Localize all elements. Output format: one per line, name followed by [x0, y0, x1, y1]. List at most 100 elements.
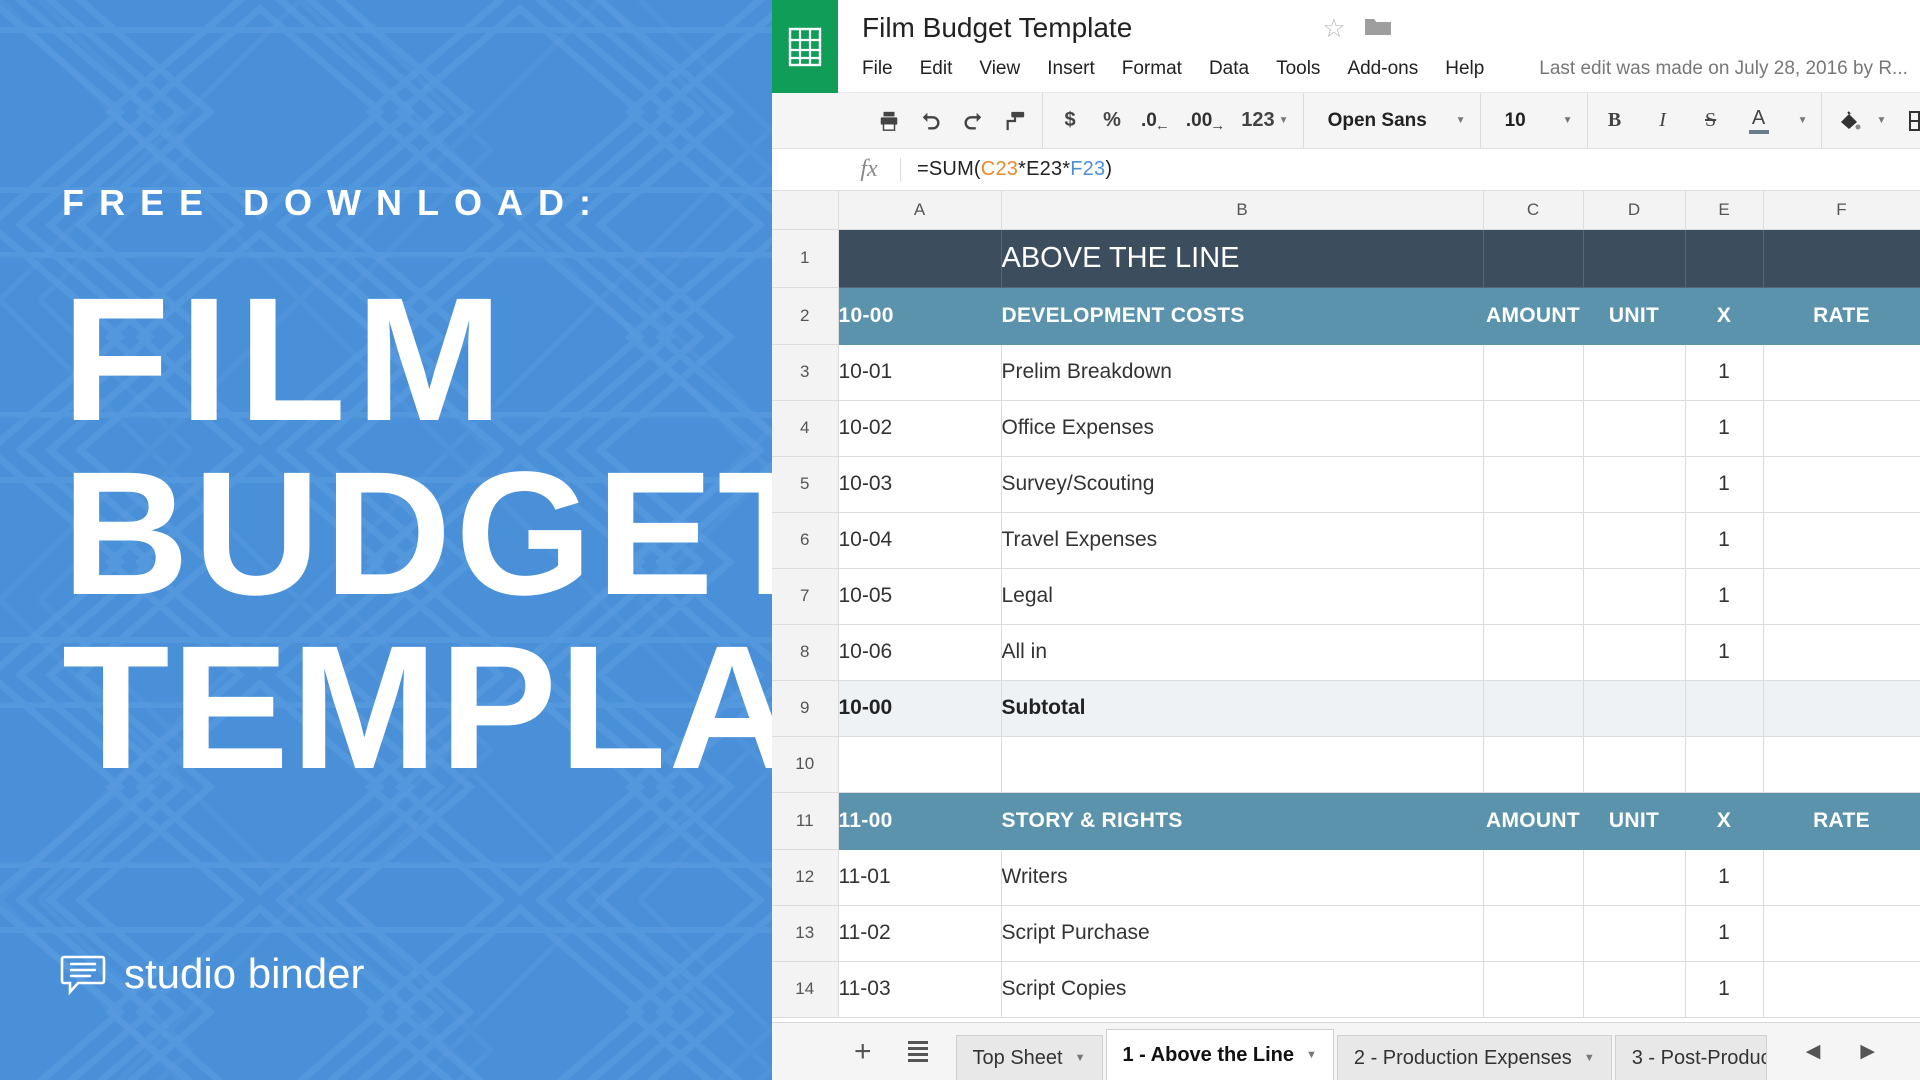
sheet-tab-production-expenses[interactable]: 2 - Production Expenses ▼	[1336, 1034, 1612, 1080]
cell-a4[interactable]: 10-02	[837, 399, 1002, 457]
row-header[interactable]: 2	[772, 286, 839, 345]
table-row[interactable]: 9 10-00 Subtotal	[772, 679, 1920, 737]
add-sheet-button[interactable]: +	[854, 1036, 872, 1067]
column-header-b[interactable]: B	[1000, 191, 1484, 230]
paint-format-icon[interactable]	[1002, 104, 1028, 138]
cell-c10[interactable]	[1482, 735, 1584, 793]
cell-f8[interactable]	[1762, 623, 1920, 681]
cell-a2[interactable]: 10-00	[837, 286, 1002, 345]
cell-f2[interactable]: RATE	[1762, 286, 1920, 345]
decrease-decimal-button[interactable]: .0 ←	[1141, 104, 1170, 138]
cell-b5[interactable]: Survey/Scouting	[1000, 455, 1484, 513]
cell-d7[interactable]	[1582, 567, 1686, 625]
cell-f4[interactable]	[1762, 399, 1920, 457]
table-row[interactable]: 4 10-02 Office Expenses 1	[772, 399, 1920, 457]
row-header[interactable]: 11	[772, 791, 839, 850]
strikethrough-button[interactable]: S	[1698, 104, 1724, 138]
cell-c6[interactable]	[1482, 511, 1584, 569]
row-header[interactable]: 8	[772, 623, 839, 681]
cell-c14[interactable]	[1482, 960, 1584, 1018]
print-icon[interactable]	[876, 104, 902, 138]
cell-e3[interactable]: 1	[1684, 343, 1764, 401]
cell-f6[interactable]	[1762, 511, 1920, 569]
cell-d11[interactable]: UNIT	[1582, 791, 1686, 850]
cell-b11[interactable]: STORY & RIGHTS	[1000, 791, 1484, 850]
cell-a7[interactable]: 10-05	[837, 567, 1002, 625]
table-row[interactable]: 6 10-04 Travel Expenses 1	[772, 511, 1920, 569]
cell-a6[interactable]: 10-04	[837, 511, 1002, 569]
cell-a10[interactable]	[837, 735, 1002, 793]
cell-c3[interactable]	[1482, 343, 1584, 401]
table-row[interactable]: 13 11-02 Script Purchase 1	[772, 904, 1920, 962]
cell-a13[interactable]: 11-02	[837, 904, 1002, 962]
cell-b12[interactable]: Writers	[1000, 848, 1484, 906]
table-row[interactable]: 8 10-06 All in 1	[772, 623, 1920, 681]
percent-format-button[interactable]: %	[1099, 104, 1125, 138]
cell-d9[interactable]	[1582, 679, 1686, 737]
chevron-down-icon[interactable]: ▼	[1584, 1052, 1595, 1064]
row-header[interactable]: 4	[772, 399, 839, 457]
menu-data[interactable]: Data	[1209, 58, 1249, 80]
cell-e5[interactable]: 1	[1684, 455, 1764, 513]
borders-icon[interactable]	[1906, 104, 1920, 138]
menu-edit[interactable]: Edit	[920, 58, 953, 80]
cell-e2[interactable]: X	[1684, 286, 1764, 345]
column-header-f[interactable]: F	[1762, 191, 1920, 230]
table-row[interactable]: 3 10-01 Prelim Breakdown 1	[772, 343, 1920, 401]
cell-e11[interactable]: X	[1684, 791, 1764, 850]
redo-icon[interactable]	[960, 104, 986, 138]
text-color-button[interactable]: A	[1746, 104, 1772, 138]
menu-format[interactable]: Format	[1122, 58, 1182, 80]
menu-view[interactable]: View	[979, 58, 1020, 80]
cell-e6[interactable]: 1	[1684, 511, 1764, 569]
spreadsheet-grid[interactable]: A B C D E F 1 ABOVE THE LINE 2 10-00 DEV…	[772, 191, 1920, 1022]
cell-b4[interactable]: Office Expenses	[1000, 399, 1484, 457]
table-row[interactable]: 11 11-00 STORY & RIGHTS AMOUNT UNIT X RA…	[772, 791, 1920, 850]
last-edit-status[interactable]: Last edit was made on July 28, 2016 by R…	[1539, 58, 1908, 80]
increase-decimal-button[interactable]: .00 →	[1186, 104, 1225, 138]
select-all-corner[interactable]	[772, 191, 839, 230]
cell-e8[interactable]: 1	[1684, 623, 1764, 681]
cell-e9[interactable]	[1684, 679, 1764, 737]
cell-c11[interactable]: AMOUNT	[1482, 791, 1584, 850]
cell-b8[interactable]: All in	[1000, 623, 1484, 681]
cell-a11[interactable]: 11-00	[837, 791, 1002, 850]
cell-b10[interactable]	[1000, 735, 1484, 793]
font-size-select[interactable]: 10 ▼	[1495, 101, 1573, 141]
cell-e4[interactable]: 1	[1684, 399, 1764, 457]
next-sheet-button[interactable]: ▶	[1860, 1040, 1875, 1063]
folder-icon[interactable]	[1364, 15, 1392, 42]
cell-c13[interactable]	[1482, 904, 1584, 962]
cell-b14[interactable]: Script Copies	[1000, 960, 1484, 1018]
table-row[interactable]: 12 11-01 Writers 1	[772, 848, 1920, 906]
row-header[interactable]: 9	[772, 679, 839, 737]
menu-insert[interactable]: Insert	[1047, 58, 1095, 80]
column-header-e[interactable]: E	[1684, 191, 1764, 230]
cell-d10[interactable]	[1582, 735, 1686, 793]
cell-f10[interactable]	[1762, 735, 1920, 793]
cell-a12[interactable]: 11-01	[837, 848, 1002, 906]
table-row[interactable]: 14 11-03 Script Copies 1	[772, 960, 1920, 1018]
sheets-logo-icon[interactable]	[772, 0, 838, 93]
cell-f12[interactable]	[1762, 848, 1920, 906]
cell-e10[interactable]	[1684, 735, 1764, 793]
cell-c5[interactable]	[1482, 455, 1584, 513]
cell-f14[interactable]	[1762, 960, 1920, 1018]
chevron-down-icon[interactable]: ▼	[1876, 115, 1886, 126]
cell-e14[interactable]: 1	[1684, 960, 1764, 1018]
menu-help[interactable]: Help	[1445, 58, 1484, 80]
cell-b7[interactable]: Legal	[1000, 567, 1484, 625]
cell-f13[interactable]	[1762, 904, 1920, 962]
cell-b1[interactable]: ABOVE THE LINE	[1000, 228, 1484, 288]
cell-f11[interactable]: RATE	[1762, 791, 1920, 850]
cell-d8[interactable]	[1582, 623, 1686, 681]
cell-a14[interactable]: 11-03	[837, 960, 1002, 1018]
chevron-down-icon[interactable]: ▼	[1306, 1049, 1317, 1061]
cell-d14[interactable]	[1582, 960, 1686, 1018]
row-header[interactable]: 3	[772, 343, 839, 401]
previous-sheet-button[interactable]: ◀	[1806, 1040, 1821, 1063]
cell-d6[interactable]	[1582, 511, 1686, 569]
column-header-a[interactable]: A	[837, 191, 1002, 230]
cell-b6[interactable]: Travel Expenses	[1000, 511, 1484, 569]
cell-c4[interactable]	[1482, 399, 1584, 457]
